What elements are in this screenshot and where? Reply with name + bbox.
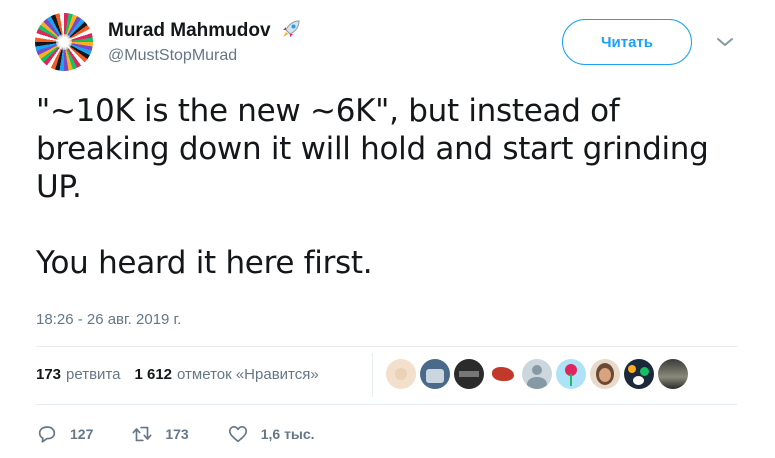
- rocket-icon: [279, 17, 303, 45]
- retweet-count: 173: [165, 426, 189, 442]
- likes-stat[interactable]: 1 612 отметок «Нравится»: [134, 366, 318, 383]
- heart-icon: [228, 426, 247, 443]
- author-handle[interactable]: @MustStopMurad: [108, 47, 237, 65]
- liker-avatar[interactable]: [454, 359, 484, 389]
- like-button[interactable]: 1,6 тыс.: [227, 423, 315, 445]
- retweet-icon: [132, 426, 152, 442]
- liker-avatar[interactable]: [522, 359, 552, 389]
- follow-button[interactable]: Читать: [562, 19, 692, 65]
- tweet-text: "~10K is the new ~6K", but instead of br…: [36, 93, 709, 281]
- retweet-button[interactable]: 173: [131, 423, 189, 445]
- liker-avatar[interactable]: [624, 359, 654, 389]
- reply-icon: [38, 426, 56, 443]
- liker-avatar[interactable]: [488, 359, 518, 389]
- liker-avatar[interactable]: [658, 359, 688, 389]
- like-count: 1,6 тыс.: [260, 426, 315, 442]
- likers-avatars: [386, 359, 692, 389]
- tweet-stats: 173 ретвита 1 612 отметок «Нравится»: [36, 366, 333, 383]
- liker-avatar[interactable]: [556, 359, 586, 389]
- likes-count: 1 612: [134, 366, 173, 383]
- divider: [36, 404, 737, 405]
- reply-button[interactable]: 127: [36, 423, 93, 445]
- liker-avatar[interactable]: [420, 359, 450, 389]
- author-name[interactable]: Murad Mahmudov: [108, 20, 271, 42]
- retweets-label: ретвита: [66, 366, 121, 383]
- likes-label: отметок «Нравится»: [177, 366, 319, 383]
- retweets-count: 173: [36, 366, 62, 383]
- avatar[interactable]: [35, 13, 93, 71]
- reply-count: 127: [70, 426, 94, 442]
- stats-separator: [372, 353, 373, 397]
- liker-avatar[interactable]: [386, 359, 416, 389]
- author-name-row: Murad Mahmudov: [108, 17, 303, 45]
- liker-avatar[interactable]: [590, 359, 620, 389]
- chevron-down-icon[interactable]: [716, 36, 734, 48]
- tweet-actions: 127 173 1,6 тыс.: [36, 423, 353, 445]
- tweet-timestamp[interactable]: 18:26 - 26 авг. 2019 г.: [36, 311, 181, 328]
- divider: [36, 346, 737, 347]
- retweets-stat[interactable]: 173 ретвита: [36, 366, 120, 383]
